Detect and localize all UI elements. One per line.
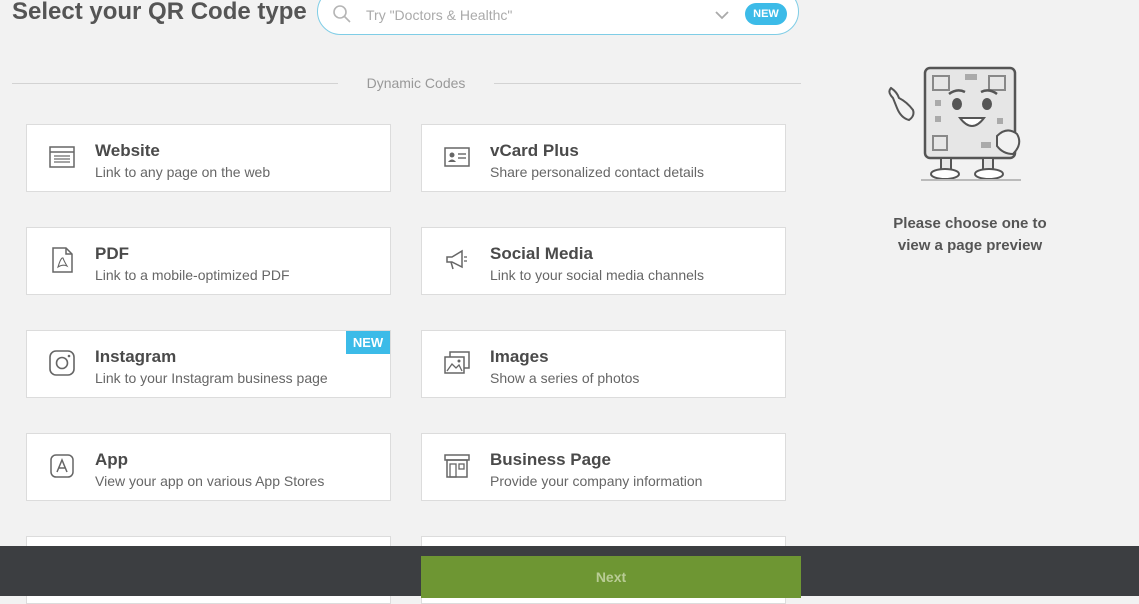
- code-card-images[interactable]: Images Show a series of photos: [421, 330, 786, 398]
- instagram-icon: [49, 350, 75, 376]
- code-card-business-page[interactable]: Business Page Provide your company infor…: [421, 433, 786, 501]
- card-description: Share personalized contact details: [490, 164, 705, 180]
- browser-window-icon: [49, 146, 75, 168]
- contact-card-icon: [444, 147, 470, 167]
- pdf-file-icon: [52, 247, 73, 273]
- code-card-app[interactable]: App View your app on various App Stores: [26, 433, 391, 501]
- card-description: Link to a mobile-optimized PDF: [95, 267, 290, 283]
- card-title: Website: [95, 141, 160, 160]
- card-title: Business Page: [490, 450, 611, 469]
- new-tag: NEW: [346, 331, 390, 354]
- megaphone-icon: [446, 249, 467, 270]
- storefront-icon: [444, 454, 470, 478]
- preview-hint: Please choose one to view a page preview: [893, 215, 1047, 254]
- card-description: Link to your social media channels: [490, 267, 705, 283]
- card-title: PDF: [95, 244, 129, 263]
- code-card-social-media[interactable]: Social Media Link to your social media c…: [421, 227, 786, 295]
- card-title: Instagram: [95, 347, 177, 366]
- code-card-instagram[interactable]: Instagram Link to your Instagram busines…: [26, 330, 391, 398]
- card-title: Images: [490, 347, 549, 366]
- divider-left: [12, 83, 338, 84]
- card-description: Link to any page on the web: [95, 164, 271, 180]
- app-store-icon: [50, 454, 74, 478]
- page-title: Select your QR Code type: [12, 0, 307, 25]
- card-description: Link to your Instagram business page: [95, 370, 328, 386]
- qr-mascot-illustration: [888, 66, 1021, 181]
- section-label: Dynamic Codes: [366, 75, 466, 91]
- card-title: App: [95, 450, 129, 469]
- code-card-pdf[interactable]: PDF Link to a mobile-optimized PDF: [26, 227, 391, 295]
- card-description: Show a series of photos: [490, 370, 640, 386]
- card-title: vCard Plus: [490, 141, 579, 160]
- divider-right: [494, 83, 801, 84]
- images-icon: [444, 351, 470, 374]
- search-box[interactable]: NEW: [317, 0, 799, 35]
- code-card-vcard-plus[interactable]: vCard Plus Share personalized contact de…: [421, 124, 786, 192]
- card-title: Social Media: [490, 244, 593, 263]
- code-card-website[interactable]: Website Link to any page on the web: [26, 124, 391, 192]
- next-button[interactable]: Next: [421, 556, 801, 598]
- search-icon: [333, 5, 351, 23]
- search-input[interactable]: [364, 3, 688, 27]
- card-description: View your app on various App Stores: [95, 473, 325, 489]
- card-description: Provide your company information: [490, 473, 703, 489]
- new-badge: NEW: [745, 3, 787, 25]
- chevron-down-icon[interactable]: [714, 7, 730, 23]
